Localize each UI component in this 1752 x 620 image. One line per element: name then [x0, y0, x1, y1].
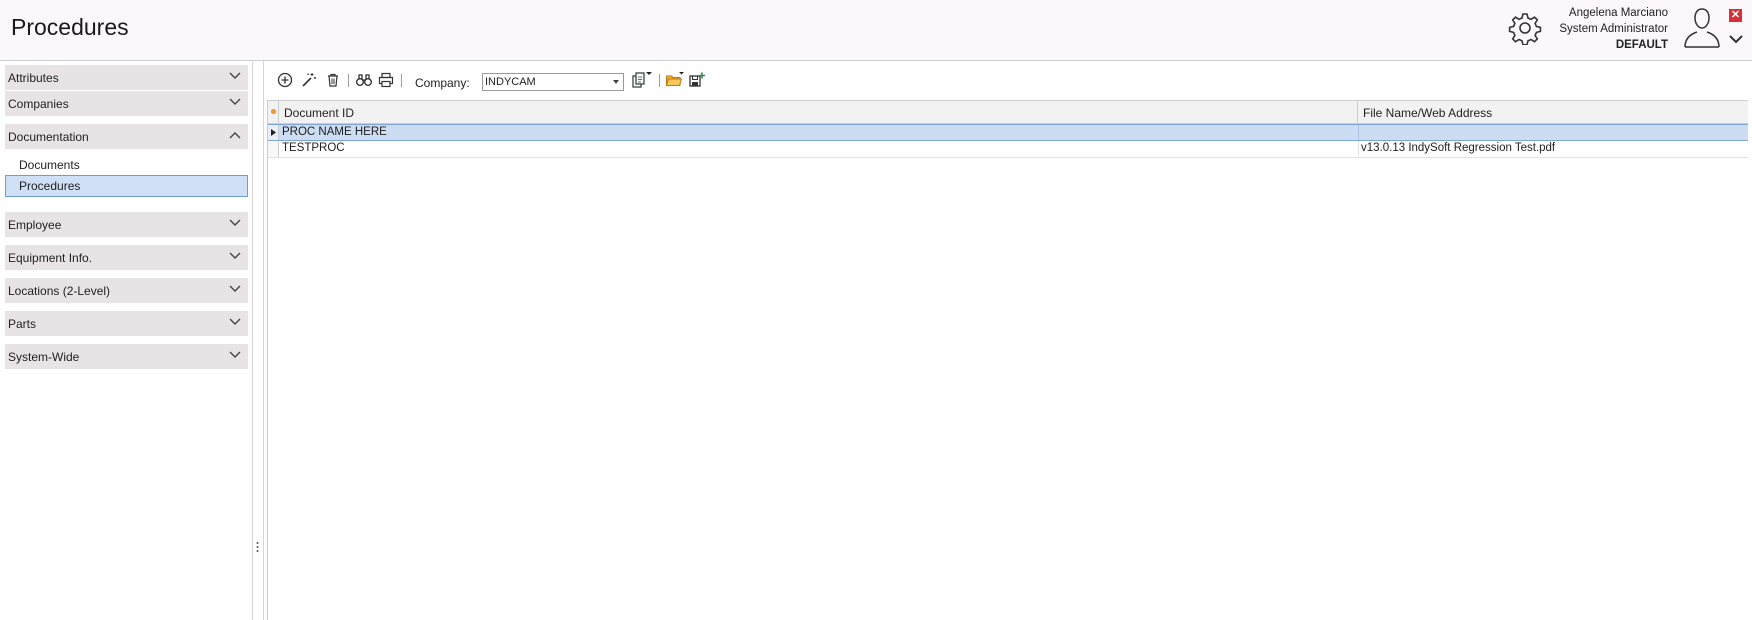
nav-group-label: Parts	[8, 317, 37, 331]
nav-group-equipment-info[interactable]: Equipment Info.	[5, 245, 248, 270]
user-role: System Administrator	[1559, 23, 1668, 35]
sidebar-item-label: Procedures	[19, 179, 81, 193]
chevron-down-icon	[229, 285, 241, 292]
chevron-down-icon[interactable]	[1728, 33, 1744, 45]
open-folder-icon[interactable]	[665, 71, 685, 89]
chevron-down-icon	[229, 72, 241, 79]
new-row-indicator[interactable]	[268, 101, 279, 124]
row-indicator[interactable]	[268, 141, 279, 157]
nav-group-label: System-Wide	[8, 350, 80, 364]
company-label: Company:	[415, 76, 470, 90]
save-add-icon[interactable]	[688, 71, 706, 89]
copy-menu-icon[interactable]	[631, 71, 653, 89]
cell-document-id[interactable]: PROC NAME HERE	[282, 126, 387, 138]
page-title: Procedures	[11, 14, 129, 40]
user-info: Angelena Marciano System Administrator D…	[1559, 5, 1668, 53]
nav-group-documentation[interactable]: Documentation	[5, 124, 248, 149]
table-row[interactable]: TESTPROC v13.0.13 IndySoft Regression Te…	[268, 141, 1748, 158]
user-database: DEFAULT	[1615, 39, 1668, 51]
sidebar-item-documents[interactable]: Documents	[5, 154, 248, 176]
column-header-file-name[interactable]: File Name/Web Address	[1359, 101, 1748, 124]
nav-group-label: Documentation	[8, 130, 89, 144]
current-row-arrow-icon	[271, 129, 276, 136]
print-icon[interactable]	[377, 71, 395, 89]
nav-group-companies[interactable]: Companies	[5, 91, 248, 116]
company-select[interactable]: INDYCAM	[482, 73, 624, 91]
company-select-value: INDYCAM	[485, 76, 536, 88]
nav-group-label: Equipment Info.	[8, 251, 93, 265]
app-header: Procedures Angelena Marciano System Admi…	[0, 0, 1752, 61]
nav-group-system-wide[interactable]: System-Wide	[5, 344, 248, 369]
toolbar-separator	[348, 74, 349, 87]
sidebar-item-procedures[interactable]: Procedures	[5, 175, 248, 197]
delete-icon[interactable]	[324, 71, 342, 89]
nav-group-employee[interactable]: Employee	[5, 212, 248, 237]
column-divider	[1358, 125, 1359, 140]
column-header-document-id[interactable]: Document ID	[280, 101, 1358, 124]
chevron-up-icon	[229, 132, 241, 139]
chevron-down-icon	[229, 351, 241, 358]
row-indicator[interactable]	[268, 125, 279, 140]
add-icon[interactable]	[276, 71, 294, 89]
nav-group-attributes[interactable]: Attributes	[5, 65, 248, 90]
chevron-down-icon	[229, 219, 241, 226]
chevron-down-icon	[229, 98, 241, 105]
close-icon[interactable]: ✕	[1729, 9, 1742, 22]
edit-wand-icon[interactable]	[300, 71, 318, 89]
chevron-down-icon	[229, 318, 241, 325]
nav-group-label: Companies	[8, 97, 69, 111]
cell-file-name[interactable]: v13.0.13 IndySoft Regression Test.pdf	[1361, 142, 1555, 154]
splitter-grip-icon[interactable]	[256, 541, 259, 553]
user-name: Angelena Marciano	[1568, 7, 1668, 19]
chevron-down-icon	[229, 252, 241, 259]
grid-header: Document ID File Name/Web Address	[268, 100, 1748, 124]
main-panel: Company: INDYCAM Document ID File Name/W…	[263, 61, 1752, 620]
navigation-sidebar: Attributes Companies Documentation Docum…	[0, 61, 253, 620]
column-header-label: File Name/Web Address	[1363, 106, 1493, 120]
nav-group-locations[interactable]: Locations (2-Level)	[5, 278, 248, 303]
user-avatar-icon[interactable]	[1682, 6, 1722, 48]
cell-document-id[interactable]: TESTPROC	[282, 142, 345, 154]
column-divider	[1358, 141, 1359, 157]
column-header-label: Document ID	[284, 106, 355, 120]
asterisk-icon	[270, 108, 277, 115]
toolbar: Company: INDYCAM	[264, 67, 1744, 93]
toolbar-separator	[401, 74, 402, 87]
table-row[interactable]: PROC NAME HERE	[268, 124, 1748, 141]
dropdown-arrow-icon	[613, 80, 619, 84]
nav-group-label: Employee	[8, 218, 62, 232]
nav-group-label: Locations (2-Level)	[8, 284, 111, 298]
sidebar-item-label: Documents	[19, 158, 80, 172]
procedures-grid: Document ID File Name/Web Address PROC N…	[267, 100, 1748, 620]
nav-group-label: Attributes	[8, 71, 59, 85]
gear-icon[interactable]	[1508, 11, 1542, 45]
toolbar-separator	[659, 74, 660, 87]
nav-group-parts[interactable]: Parts	[5, 311, 248, 336]
find-binoculars-icon[interactable]	[355, 71, 373, 89]
